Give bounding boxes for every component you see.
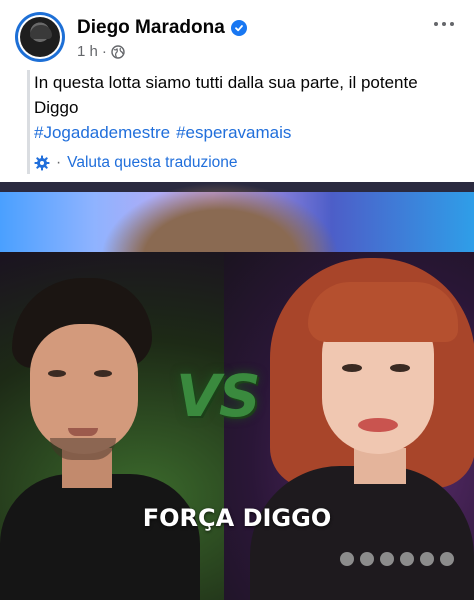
hoodie-moon-print (340, 552, 454, 566)
hashtag-link[interactable]: #Jogadademestre (34, 120, 170, 145)
more-dot (442, 22, 446, 26)
more-dot (450, 22, 454, 26)
post-timestamp[interactable]: 1 h (77, 43, 98, 60)
rate-translation-link[interactable]: Valuta questa traduzione (67, 154, 237, 172)
avatar-photo (20, 17, 60, 57)
hashtag-row: #Jogadademestre #esperavamais (34, 120, 460, 145)
more-dot (434, 22, 438, 26)
hashtag-link[interactable]: #esperavamais (176, 120, 291, 145)
overlay-caption: FORÇA DIGGO (142, 504, 332, 532)
author-name[interactable]: Diego Maradona (77, 17, 225, 39)
globe-icon (111, 44, 125, 59)
translation-row: · Valuta questa traduzione (34, 152, 460, 174)
media-top-image (0, 182, 474, 252)
gear-icon[interactable] (34, 155, 50, 171)
vs-label: VS (176, 362, 261, 430)
verified-badge-icon (230, 20, 247, 36)
post-caption: In questa lotta siamo tutti dalla sua pa… (27, 70, 460, 174)
post-media[interactable]: VS FORÇA DIGGO (0, 182, 474, 600)
meta-separator: · (101, 43, 107, 60)
thumbnail-image: VS FORÇA DIGGO (0, 252, 474, 600)
post-header: Diego Maradona 1 h · (0, 0, 474, 66)
more-options-button[interactable] (430, 14, 458, 34)
author-name-row: Diego Maradona (77, 17, 247, 39)
caption-text: In questa lotta siamo tutti dalla sua pa… (34, 73, 418, 117)
person-right (250, 252, 474, 600)
author-avatar[interactable] (15, 12, 65, 62)
translate-separator: · (56, 154, 62, 171)
post-meta: 1 h · (77, 43, 125, 60)
